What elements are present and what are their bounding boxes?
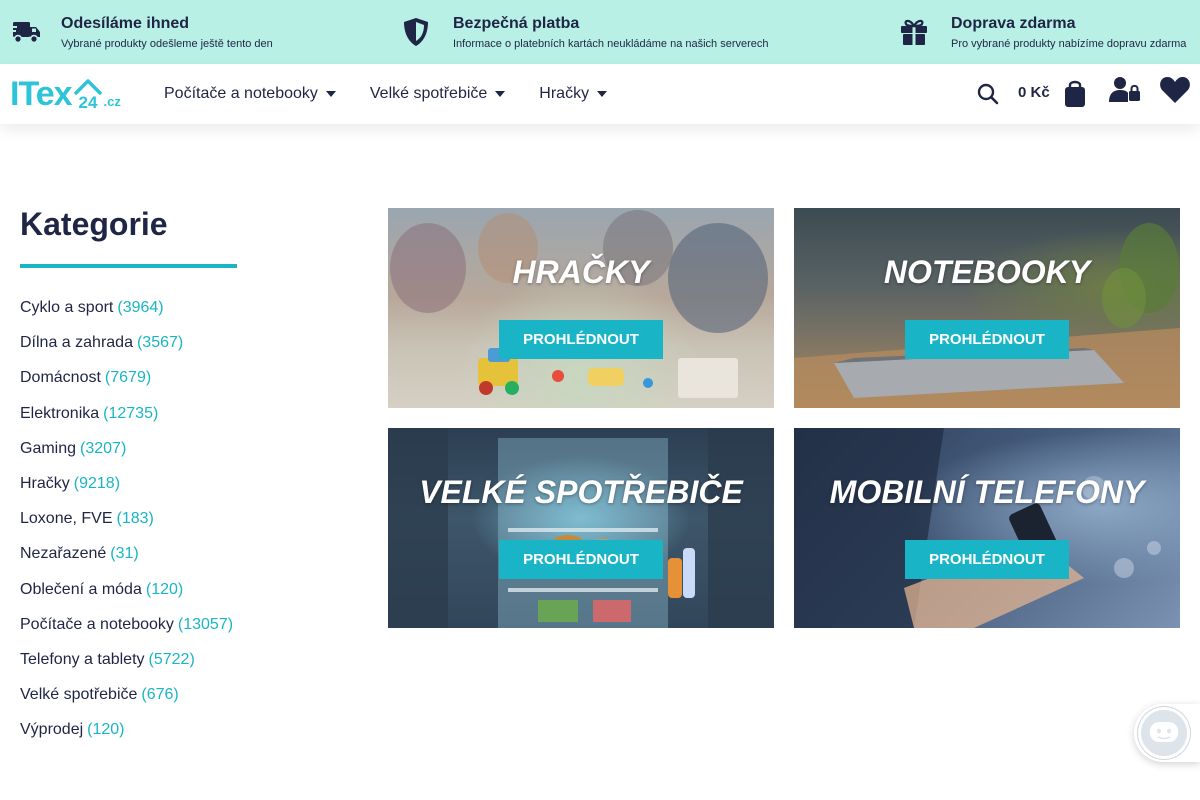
category-name: Počítače a notebooky xyxy=(20,615,174,633)
category-tile-appliances[interactable]: VELKÉ SPOTŘEBIČE PROHLÉDNOUT xyxy=(388,428,774,628)
category-item[interactable]: Elektronika (12735) xyxy=(20,404,233,439)
category-item[interactable]: Oblečení a móda (120) xyxy=(20,580,233,615)
category-name: Gaming xyxy=(20,439,77,457)
browse-button[interactable]: PROHLÉDNOUT xyxy=(499,540,663,579)
category-name: Dílna a zahrada xyxy=(20,334,133,352)
phone-photo xyxy=(794,428,1161,628)
logo-text: ITex xyxy=(10,75,73,113)
tile-title: NOTEBOOKY xyxy=(883,254,1091,290)
nav-item-computers[interactable]: Počítače a notebooky xyxy=(164,85,336,103)
shopping-bag-icon[interactable] xyxy=(1063,78,1087,108)
nav-item-label: Hračky xyxy=(539,85,590,102)
category-name: Velké spotřebiče xyxy=(20,686,138,704)
user-lock-icon[interactable] xyxy=(1109,76,1141,104)
info-bar: Odesíláme ihned Vybrané produkty odešlem… xyxy=(0,0,1200,64)
site-header: ITex 24 .cz Počítače a notebooky Velké s… xyxy=(0,64,1200,124)
category-count: (3207) xyxy=(80,439,127,457)
category-item[interactable]: Gaming (3207) xyxy=(20,439,233,474)
logo-digits: 24 xyxy=(78,93,97,111)
category-item[interactable]: Loxone, FVE (183) xyxy=(20,509,233,544)
category-name: Telefony a tablety xyxy=(20,650,145,668)
category-count: (3567) xyxy=(136,334,184,352)
category-count: (120) xyxy=(145,580,184,598)
fridge-photo xyxy=(388,428,774,628)
info-item-shipping: Odesíláme ihned Vybrané produkty odešlem… xyxy=(8,0,273,64)
category-count: (9218) xyxy=(73,474,121,492)
category-count: (31) xyxy=(110,545,139,563)
category-name: Domácnost xyxy=(20,369,101,387)
browse-button[interactable]: PROHLÉDNOUT xyxy=(499,320,663,359)
category-item[interactable]: Počítače a notebooky (13057) xyxy=(20,615,233,650)
category-count: (12735) xyxy=(103,404,159,422)
category-name: Nezařazené xyxy=(20,545,107,563)
truck-fast-icon xyxy=(8,15,42,49)
category-name: Loxone, FVE xyxy=(20,510,113,528)
category-tile-phones[interactable]: MOBILNÍ TELEFONY PROHLÉDNOUT xyxy=(794,428,1180,628)
category-name: Výprodej xyxy=(20,721,84,739)
chevron-down-icon xyxy=(495,91,506,97)
category-item[interactable]: Výprodej (120) xyxy=(20,720,233,755)
category-tile-notebooks[interactable]: NOTEBOOKY PROHLÉDNOUT xyxy=(794,208,1180,408)
category-count: (120) xyxy=(87,721,125,739)
category-name: Cyklo a sport xyxy=(20,299,114,316)
category-item[interactable]: Dílna a zahrada (3567) xyxy=(20,333,233,368)
nav-item-appliances[interactable]: Velké spotřebiče xyxy=(369,85,506,103)
search-icon[interactable] xyxy=(976,82,1000,106)
logo-house-icon: 24 xyxy=(73,79,102,111)
category-item[interactable]: Hračky (9218) xyxy=(20,474,233,509)
category-list: Cyklo a sport (3964) Dílna a zahrada (3567… xyxy=(20,298,233,755)
nav-item-toys[interactable]: Hračky xyxy=(539,85,608,103)
category-name: Hračky xyxy=(20,474,70,492)
info-title: Bezpečná platba xyxy=(453,14,580,32)
categories-title: Kategorie xyxy=(20,206,168,242)
category-count: (183) xyxy=(116,510,154,528)
logo[interactable]: ITex 24 .cz xyxy=(10,75,130,113)
category-count: (13057) xyxy=(177,615,234,633)
gift-icon xyxy=(897,15,931,49)
category-count: (676) xyxy=(141,686,179,704)
category-count: (5722) xyxy=(148,650,195,668)
category-item[interactable]: Nezařazené (31) xyxy=(20,544,233,579)
chat-bot-icon[interactable] xyxy=(1138,707,1190,759)
notebook-photo xyxy=(794,223,1180,408)
tile-title: HRAČKY xyxy=(512,254,650,290)
info-title: Doprava zdarma xyxy=(951,14,1076,32)
nav-item-label: Počítače a notebooky xyxy=(164,85,318,102)
title-underline xyxy=(20,264,237,268)
cart-total[interactable]: 0 Kč xyxy=(1018,84,1050,101)
main-nav: Počítače a notebooky Velké spotřebiče Hr… xyxy=(164,64,641,124)
info-title: Odesíláme ihned xyxy=(61,14,190,32)
category-name: Elektronika xyxy=(20,404,100,422)
tile-title: VELKÉ SPOTŘEBIČE xyxy=(419,474,743,510)
info-item-payment: Bezpečná platba Informace o platebních k… xyxy=(399,0,769,64)
category-count: (7679) xyxy=(104,369,152,387)
browse-button[interactable]: PROHLÉDNOUT xyxy=(905,540,1069,579)
category-item[interactable]: Domácnost (7679) xyxy=(20,368,233,403)
logo-domain: .cz xyxy=(103,93,121,109)
info-subtitle: Pro vybrané produkty nabízíme dopravu zd… xyxy=(951,37,1187,50)
info-subtitle: Informace o platebních kartách neukládám… xyxy=(453,37,769,50)
category-count: (3964) xyxy=(117,299,164,316)
info-item-free-delivery: Doprava zdarma Pro vybrané produkty nabí… xyxy=(897,0,1186,64)
heart-icon[interactable] xyxy=(1159,75,1191,105)
category-item[interactable]: Cyklo a sport (3964) xyxy=(20,298,233,333)
chevron-down-icon xyxy=(325,91,336,97)
tile-title: MOBILNÍ TELEFONY xyxy=(829,474,1145,510)
category-item[interactable]: Velké spotřebiče (676) xyxy=(20,685,233,720)
category-item[interactable]: Telefony a tablety (5722) xyxy=(20,650,233,685)
toys-photo xyxy=(390,210,768,398)
chevron-down-icon xyxy=(597,91,608,97)
shield-icon xyxy=(399,15,433,49)
category-tile-toys[interactable]: HRAČKY PROHLÉDNOUT xyxy=(388,208,774,408)
nav-item-label: Velké spotřebiče xyxy=(369,85,488,102)
browse-button[interactable]: PROHLÉDNOUT xyxy=(905,320,1069,359)
info-subtitle: Vybrané produkty odešleme ještě tento de… xyxy=(61,37,273,50)
chat-widget[interactable] xyxy=(1134,704,1200,762)
category-name: Oblečení a móda xyxy=(20,580,142,598)
